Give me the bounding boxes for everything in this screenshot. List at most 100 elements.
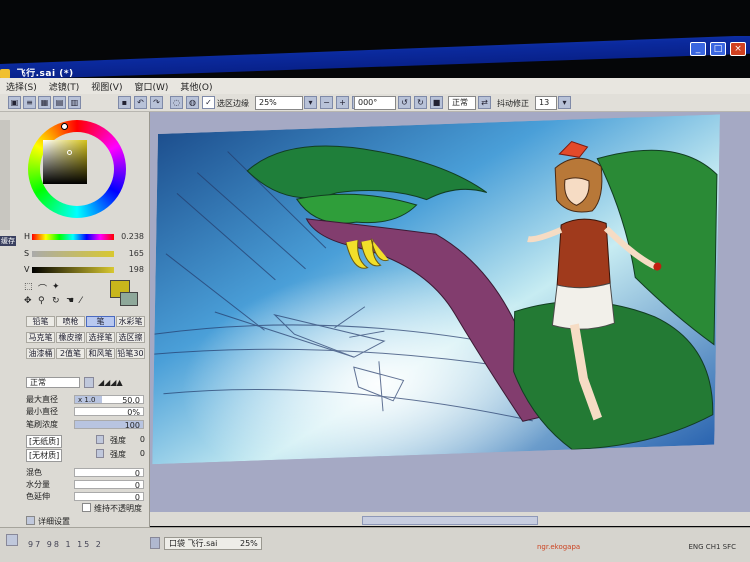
texture-field[interactable]: [无材质] (26, 449, 63, 462)
tool-select-pen-button[interactable]: 选择笔 (86, 332, 115, 343)
dilution-slider[interactable]: 0 (74, 480, 144, 490)
maximize-button[interactable]: □ (710, 42, 726, 56)
lasso-icon[interactable]: ⌒ (38, 282, 47, 295)
shape-strength-value[interactable]: 0 (140, 435, 145, 444)
hue-value: 0.238 (121, 232, 144, 241)
invert-selection-icon[interactable]: ◍ (186, 96, 199, 109)
saturation-slider[interactable] (32, 251, 114, 257)
tool-japanese-brush-button[interactable]: 和风笔 (86, 348, 115, 359)
close-button[interactable]: × (730, 42, 746, 56)
redo-icon[interactable]: ↷ (150, 96, 163, 109)
menu-other[interactable]: 其他(O) (180, 80, 212, 93)
keep-opacity-checkbox[interactable] (82, 503, 91, 512)
flip-icon[interactable]: ⇄ (478, 96, 491, 109)
scroll-thumb[interactable] (362, 516, 538, 525)
tool-binary-pen-button[interactable]: 2值笔 (56, 348, 85, 359)
system-tray: ENG CH1 SFC (688, 543, 737, 551)
shape-dropdown-icon[interactable] (96, 435, 104, 444)
hue-slider[interactable] (32, 234, 114, 240)
saturation-value-square[interactable] (43, 140, 87, 184)
horizontal-scrollbar[interactable] (150, 512, 750, 526)
panel-toggle-icon[interactable]: ▣ (8, 96, 21, 109)
move-icon[interactable]: ✥ (24, 296, 32, 306)
zoom-field[interactable]: 25% (255, 96, 303, 110)
deselect-icon[interactable]: ◌ (170, 96, 183, 109)
texture-strength-value[interactable]: 0 (140, 449, 145, 458)
zoom-icon[interactable]: ⚲ (38, 296, 45, 306)
tool-eraser-button[interactable]: 橡皮擦 (56, 332, 85, 343)
texture-row: [无材质] 强度 0 (24, 449, 148, 462)
zoom-dropdown-icon[interactable]: ▾ (304, 96, 317, 109)
blend-mode-field[interactable]: 正常 (448, 96, 476, 110)
status-bar: 97 98 1 15 2 口袋 飞行.sai 25% ngr.ekogapa E… (0, 527, 750, 562)
shape-row: [无纸质] 强度 0 (24, 435, 148, 448)
title-bar (0, 36, 750, 80)
min-size-row: 最小直径 0% (24, 406, 148, 417)
tool-marker-button[interactable]: 马克笔 (26, 332, 55, 343)
rotate-left-icon[interactable]: ↺ (398, 96, 411, 109)
tab-close-icon[interactable] (150, 537, 160, 549)
rotate-reset-icon[interactable]: ■ (430, 96, 443, 109)
tool-bucket-button[interactable]: 油漆桶 (26, 348, 55, 359)
max-size-value: 50.0 (122, 396, 140, 405)
stabilizer-dropdown-icon[interactable]: ▾ (558, 96, 571, 109)
brush-mode-field[interactable]: 正常 (26, 377, 80, 388)
hue-marker-icon[interactable] (61, 123, 68, 130)
detail-settings-label[interactable]: 详细设置 (38, 516, 70, 527)
brush-shape-icons[interactable]: ◢◢◢▲ (98, 378, 123, 387)
rotate-icon[interactable]: ↻ (52, 296, 60, 306)
selection-edge-label: 选区边缘 (217, 99, 249, 108)
max-size-slider[interactable]: x 1.0 50.0 (74, 395, 144, 405)
menu-view[interactable]: 视图(V) (91, 80, 122, 93)
eyedropper-icon[interactable]: ⁄ (80, 296, 82, 306)
select-rect-icon[interactable]: ⬚ (24, 282, 33, 292)
min-size-label: 最小直径 (26, 407, 58, 416)
blend-slider[interactable]: 0 (74, 468, 144, 478)
canvas-area[interactable] (150, 112, 750, 522)
selection-edge-checkbox[interactable]: ✓ (202, 96, 215, 109)
swatch-view-icon[interactable]: ▦ (38, 96, 51, 109)
max-size-row: 最大直径 x 1.0 50.0 (24, 394, 148, 405)
canvas-artwork[interactable] (152, 114, 720, 465)
min-size-slider[interactable]: 0% (74, 407, 144, 417)
layer-view-icon[interactable]: ▤ (53, 96, 66, 109)
tool-select-eraser-button[interactable]: 选区擦 (116, 332, 145, 343)
value-slider[interactable] (32, 267, 114, 273)
cache-tab[interactable]: 缓存 (0, 236, 16, 246)
grid-view-icon[interactable]: ▥ (68, 96, 81, 109)
saturation-letter: S (24, 249, 30, 258)
zoom-out-icon[interactable]: − (320, 96, 333, 109)
tool-airbrush-button[interactable]: 喷枪 (56, 316, 85, 327)
detail-settings-checkbox[interactable] (26, 516, 35, 525)
undo-icon[interactable]: ↶ (134, 96, 147, 109)
background-color-swatch[interactable] (120, 292, 138, 306)
rotate-right-icon[interactable]: ↻ (414, 96, 427, 109)
density-slider[interactable]: 100 (74, 420, 144, 430)
tool-pencil-button[interactable]: 铅笔 (26, 316, 55, 327)
minimize-button[interactable]: _ (690, 42, 706, 56)
persistence-slider[interactable]: 0 (74, 492, 144, 502)
dilution-label: 水分量 (26, 480, 50, 489)
texture-dropdown-icon[interactable] (96, 449, 104, 458)
zoom-in-icon[interactable]: + (336, 96, 349, 109)
dilution-row: 水分量 0 (24, 479, 148, 490)
menu-filter[interactable]: 滤镜(T) (49, 80, 80, 93)
rotation-field[interactable]: 000° (354, 96, 396, 110)
menu-select[interactable]: 选择(S) (6, 80, 37, 93)
blend-label: 混色 (26, 468, 42, 477)
shape-field[interactable]: [无纸质] (26, 435, 63, 448)
stabilizer-field[interactable]: 13 (535, 96, 557, 110)
sv-marker-icon[interactable] (67, 150, 72, 155)
tool-pencil-30-button[interactable]: 铅笔30 (116, 348, 145, 359)
tool-watercolor-button[interactable]: 水彩笔 (116, 316, 145, 327)
brush-mode-dropdown-icon[interactable] (84, 377, 94, 388)
tool-brush-button[interactable]: 笔 (86, 316, 115, 327)
list-view-icon[interactable]: ≡ (23, 96, 36, 109)
min-size-value: 0% (127, 408, 140, 417)
menu-window[interactable]: 窗口(W) (134, 80, 168, 93)
statusbar-toggle-icon[interactable] (6, 534, 18, 546)
menu-icon[interactable]: ▪ (118, 96, 131, 109)
window-buttons: _ □ × (690, 42, 746, 56)
magic-wand-icon[interactable]: ✦ (52, 282, 60, 292)
hand-icon[interactable]: ☚ (66, 296, 74, 306)
